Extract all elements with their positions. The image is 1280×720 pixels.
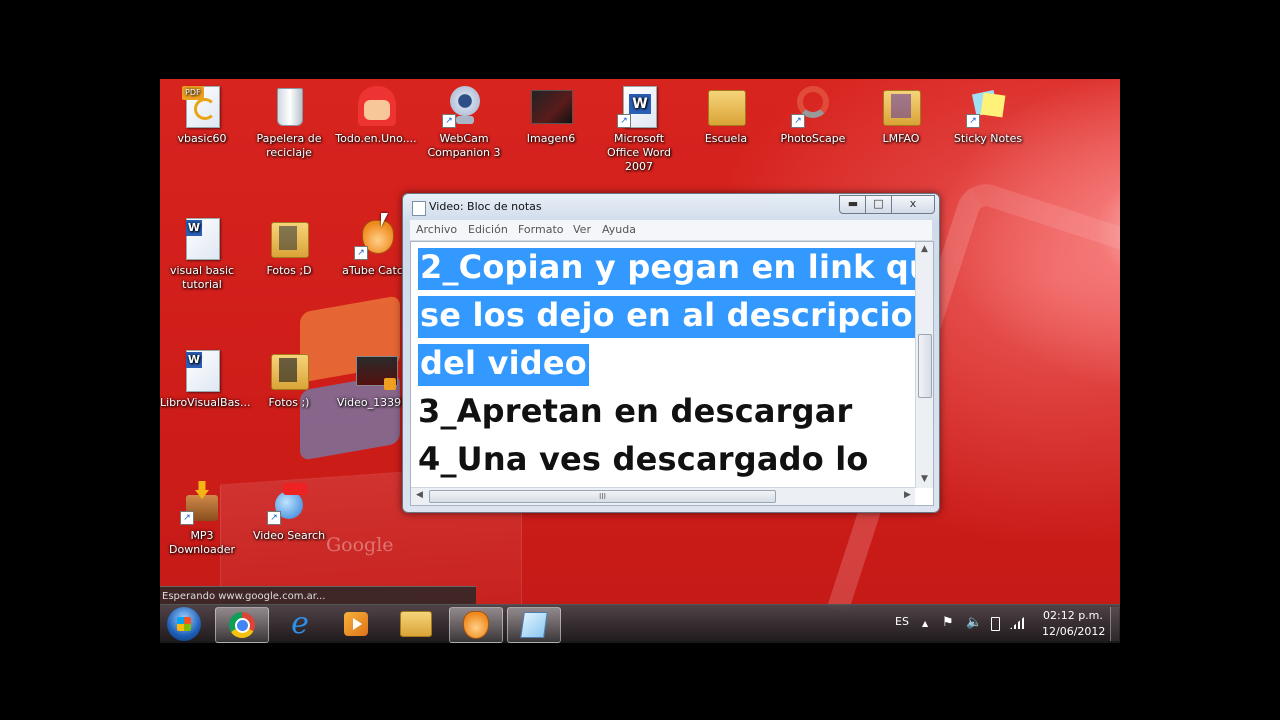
menu-bar: Archivo Edición Formato Ver Ayuda: [410, 220, 932, 241]
desktop-icon-todo-en-uno[interactable]: Todo.en.Uno....: [334, 84, 418, 146]
windows-orb-icon: [167, 607, 201, 641]
notepad-window[interactable]: Video: Bloc de notas ▬ □ x Archivo Edici…: [402, 193, 940, 513]
clock-date[interactable]: 12/06/2012: [1042, 625, 1105, 639]
action-center-flag-icon[interactable]: ⚑: [942, 616, 954, 630]
desktop-icon-recycle-bin[interactable]: Papelera de reciclaje: [247, 84, 331, 160]
close-button[interactable]: x: [891, 195, 935, 214]
image-thumbnail-icon: [529, 84, 573, 128]
word-document-icon: W: [180, 348, 224, 392]
text-editor[interactable]: 2_Copian y pegan en link que se los dejo…: [410, 241, 934, 506]
desktop-icon-webcam-companion[interactable]: ↗ WebCam Companion 3: [422, 84, 506, 160]
taskbar-explorer[interactable]: [390, 607, 442, 641]
horizontal-scrollbar[interactable]: ◀ III ▶: [411, 487, 915, 505]
menu-ayuda[interactable]: Ayuda: [602, 223, 636, 236]
sticky-notes-icon: ↗: [966, 84, 1010, 128]
desktop-icon-lmfao[interactable]: LMFAO: [859, 84, 943, 146]
photoscape-icon: ↗: [791, 84, 835, 128]
internet-explorer-icon: e: [291, 606, 309, 641]
taskbar-notepad[interactable]: [507, 607, 561, 643]
clock-time[interactable]: 02:12 p.m.: [1043, 609, 1103, 623]
download-box-icon: ↗: [180, 481, 224, 525]
show-desktop-button[interactable]: [1110, 607, 1119, 641]
webcam-icon: ↗: [442, 84, 486, 128]
taskbar-chrome[interactable]: [215, 607, 269, 643]
minimize-button[interactable]: ▬: [839, 195, 867, 214]
browser-status-bar: Esperando www.google.com.ar...: [160, 586, 476, 606]
notepad-icon: [520, 612, 548, 638]
scroll-right-arrow-icon[interactable]: ▶: [899, 490, 916, 500]
taskbar: e ES ▲ ⚑ 🔈 02:12 p.m. 12/06/2012: [160, 604, 1120, 643]
desktop-icon-librovisualbas[interactable]: W LibroVisualBas...: [160, 348, 251, 410]
pdf-file-icon: PDF: [180, 84, 224, 128]
window-title: Video: Bloc de notas: [429, 200, 542, 213]
desktop-icon-photoscape[interactable]: ↗ PhotoScape: [771, 84, 855, 146]
horizontal-scroll-thumb[interactable]: III: [429, 490, 776, 503]
taskbar-internet-explorer[interactable]: e: [274, 607, 326, 641]
folder-icon: [704, 84, 748, 128]
desktop-icon-escuela[interactable]: Escuela: [684, 84, 768, 146]
menu-archivo[interactable]: Archivo: [416, 223, 457, 236]
desktop-icon-fotos-d[interactable]: Fotos ;D: [247, 216, 331, 278]
desktop-icon-mp3-downloader[interactable]: ↗ MP3 Downloader: [160, 481, 244, 557]
text-line: 2_Copian y pegan en link que: [418, 248, 933, 290]
battery-icon[interactable]: [991, 617, 1000, 631]
maximize-button[interactable]: □: [865, 195, 892, 214]
menu-edicion[interactable]: Edición: [468, 223, 508, 236]
text-line: 3_Apretan en descargar: [418, 392, 853, 430]
mouse-cursor-icon: [381, 213, 388, 227]
network-signal-icon[interactable]: [1010, 617, 1024, 629]
menu-formato[interactable]: Formato: [518, 223, 564, 236]
taskbar-atube-catcher[interactable]: [449, 607, 503, 643]
text-line: del video: [418, 344, 589, 386]
vertical-scrollbar[interactable]: ▲ ▼: [915, 242, 933, 488]
scroll-down-arrow-icon[interactable]: ▼: [916, 474, 933, 484]
vertical-scroll-thumb[interactable]: [918, 334, 932, 398]
folder-icon: [400, 611, 432, 637]
desktop-icon-imagen6[interactable]: Imagen6: [509, 84, 593, 146]
word-document-icon: W: [180, 216, 224, 260]
video-file-icon: [354, 348, 398, 392]
youtube-globe-icon: ↗: [267, 481, 311, 525]
text-line: 4_Una ves descargado lo: [418, 440, 869, 478]
show-hidden-icons-icon[interactable]: ▲: [922, 617, 928, 631]
desktop-icon-fotos[interactable]: Fotos ;): [247, 348, 331, 410]
atube-catcher-icon: ↗: [354, 216, 398, 260]
word-document-icon: W ↗: [617, 84, 661, 128]
desktop-icon-word-2007[interactable]: W ↗ Microsoft Office Word 2007: [597, 84, 681, 174]
language-indicator[interactable]: ES: [895, 615, 909, 629]
folder-icon: [267, 348, 311, 392]
notepad-icon: [412, 201, 426, 216]
folder-icon: [879, 84, 923, 128]
menu-ver[interactable]: Ver: [573, 223, 591, 236]
desktop-icon-vbasic60[interactable]: PDF vbasic60: [160, 84, 244, 146]
scroll-up-arrow-icon[interactable]: ▲: [916, 244, 933, 254]
text-line: se los dejo en al descripcion: [418, 296, 933, 338]
start-button[interactable]: [162, 607, 206, 641]
selected-text: 2_Copian y pegan en link que: [418, 248, 933, 290]
media-player-icon: [344, 612, 368, 636]
folder-icon: [267, 216, 311, 260]
desktop-icon-visual-basic-tutorial[interactable]: W visual basic tutorial: [160, 216, 244, 292]
recycle-bin-icon: [267, 84, 311, 128]
desktop-icon-sticky-notes[interactable]: ↗ Sticky Notes: [946, 84, 1030, 146]
wallpaper-google-text: Google: [326, 534, 394, 556]
volume-muted-icon[interactable]: 🔈: [966, 616, 982, 630]
mario-game-icon: [354, 84, 398, 128]
taskbar-media-player[interactable]: [330, 607, 382, 641]
scroll-left-arrow-icon[interactable]: ◀: [411, 490, 428, 500]
selected-text: del video: [418, 344, 589, 386]
atube-catcher-icon: [463, 611, 489, 639]
selected-text: se los dejo en al descripcion: [418, 296, 933, 338]
desktop-icon-video-search[interactable]: ↗ Video Search: [247, 481, 331, 543]
chrome-icon: [229, 612, 255, 638]
